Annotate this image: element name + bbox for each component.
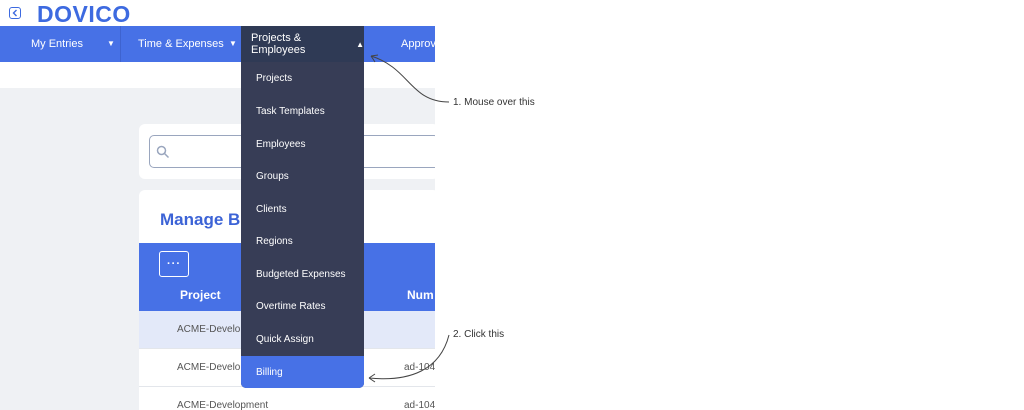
project-cell: ACME-Develop [177, 362, 246, 373]
nav-label: Time & Expenses [138, 38, 224, 50]
nav-projects-employees[interactable]: Projects & Employees ▲ [241, 26, 364, 62]
nav-time-expenses[interactable]: Time & Expenses [138, 26, 224, 62]
menu-item-clients[interactable]: Clients [241, 193, 364, 225]
menu-item-overtime-rates[interactable]: Overtime Rates [241, 290, 364, 322]
number-cell: ad-104 [404, 400, 435, 410]
nav-label: My Entries [31, 38, 83, 50]
menu-item-task-templates[interactable]: Task Templates [241, 95, 364, 127]
chevron-left-icon [12, 9, 17, 17]
menu-item-budgeted-expenses[interactable]: Budgeted Expenses [241, 258, 364, 290]
menu-item-regions[interactable]: Regions [241, 225, 364, 257]
table-row[interactable]: ACME-Development ad-104 [139, 387, 435, 410]
search-icon [156, 145, 170, 159]
menu-item-groups[interactable]: Groups [241, 160, 364, 192]
column-header-number[interactable]: Num [407, 288, 434, 302]
page-title: Manage B [160, 210, 241, 229]
caret-down-icon[interactable]: ▼ [229, 39, 237, 48]
main-nav: My Entries ▼ Time & Expenses ▼ Projects … [0, 26, 435, 62]
top-bar: DOVICO [0, 0, 435, 27]
menu-item-billing[interactable]: Billing [241, 356, 364, 388]
menu-item-employees[interactable]: Employees [241, 128, 364, 160]
app-window: DOVICO My Entries ▼ Time & Expenses ▼ Pr… [0, 0, 435, 410]
dovico-logo: DOVICO [37, 1, 131, 27]
projects-employees-menu: Projects Task Templates Employees Groups… [241, 62, 364, 388]
nav-label: Projects & Employees [251, 32, 306, 56]
annotation-step-2: 2. Click this [453, 329, 505, 340]
menu-item-projects[interactable]: Projects [241, 62, 364, 94]
column-header-project[interactable]: Project [180, 288, 221, 302]
menu-item-quick-assign[interactable]: Quick Assign [241, 323, 364, 355]
caret-down-icon[interactable]: ▼ [107, 39, 115, 48]
project-cell: ACME-Development [177, 400, 269, 410]
number-cell: ad-104 [404, 362, 435, 373]
project-cell: ACME-Develop [177, 324, 246, 335]
back-button[interactable] [9, 7, 21, 19]
nav-my-entries[interactable]: My Entries [31, 26, 83, 62]
nav-label: Approva [401, 38, 435, 50]
nav-approvals[interactable]: Approva [401, 26, 435, 62]
more-options-button[interactable]: ··· [159, 251, 189, 277]
annotation-step-1: 1. Mouse over this [453, 97, 535, 108]
nav-divider [120, 26, 121, 62]
caret-up-icon: ▲ [356, 39, 364, 49]
